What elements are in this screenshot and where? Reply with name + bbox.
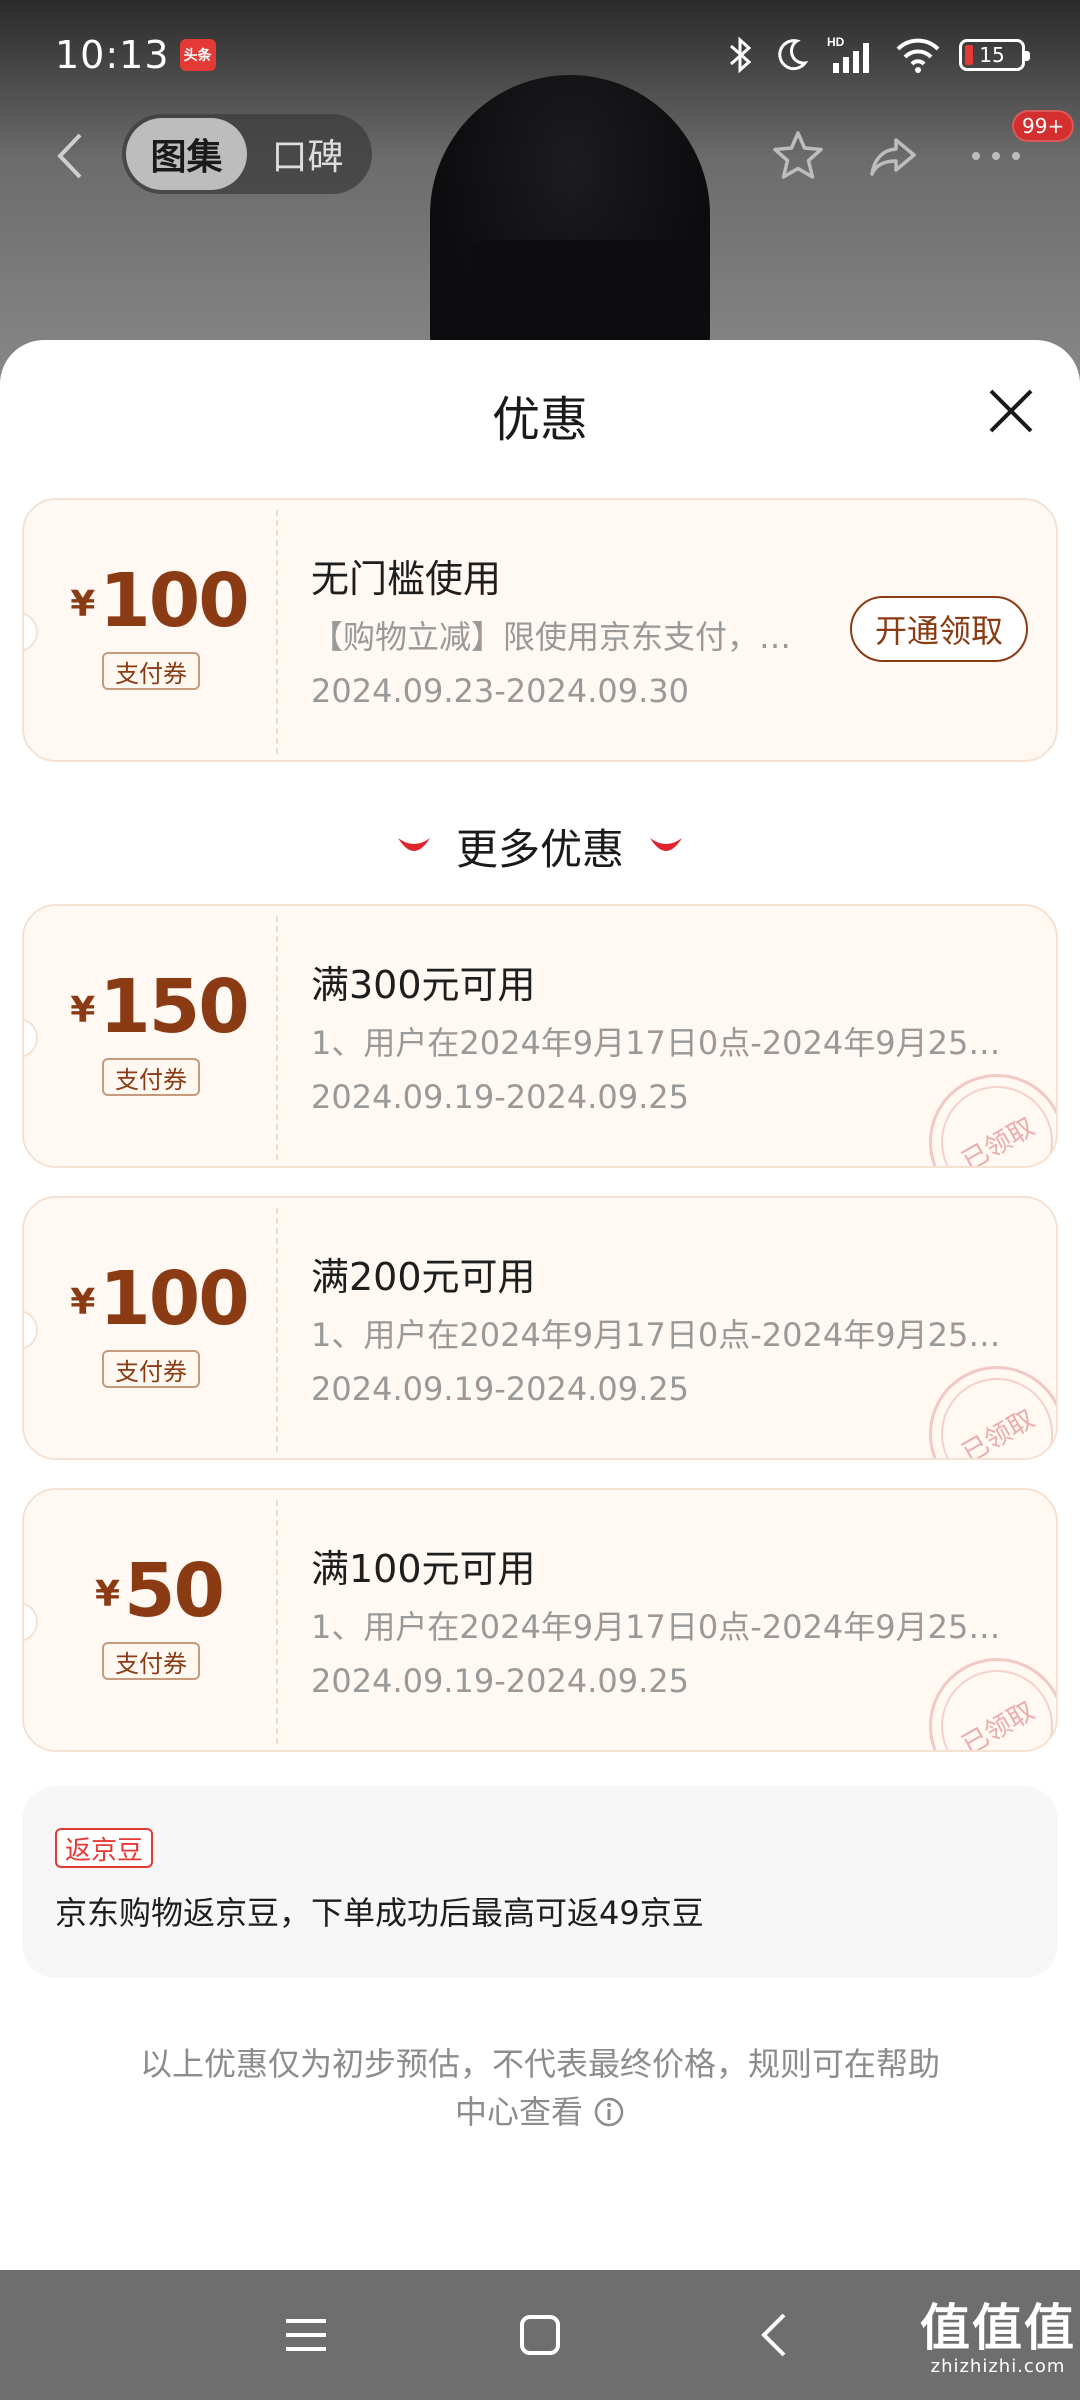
coupon-amount: ¥50 xyxy=(94,1548,225,1634)
status-time: 10:13 xyxy=(55,33,170,77)
view-tab-switch: 图集 口碑 xyxy=(122,114,372,194)
top-nav-bar: 图集 口碑 99+ xyxy=(0,110,1080,200)
tab-reviews[interactable]: 口碑 xyxy=(247,118,368,190)
signal-icon: HD xyxy=(827,35,877,75)
product-jacket-collar xyxy=(470,240,710,340)
status-bar: 10:13 头条 HD 15 xyxy=(0,0,1080,110)
sheet-title: 优惠 xyxy=(491,392,588,448)
message-count-badge: 99+ xyxy=(1012,110,1075,142)
close-icon xyxy=(989,389,1033,433)
disclaimer: 以上优惠仅为初步预估，不代表最终价格，规则可在帮助中心查看 xyxy=(140,2040,940,2136)
claimed-stamp: 已领取 xyxy=(920,1065,1056,1166)
info-icon[interactable] xyxy=(593,2096,625,2128)
coupon-type-tag: 支付券 xyxy=(102,1642,200,1680)
coupon-type-tag: 支付券 xyxy=(102,652,200,690)
coupon-amount: ¥150 xyxy=(70,964,250,1050)
more-discounts-heading: 更多优惠 xyxy=(0,816,1080,877)
back-nav-icon[interactable] xyxy=(742,2303,806,2367)
claimed-stamp: 已领取 xyxy=(920,1649,1056,1750)
battery-level: 15 xyxy=(979,43,1005,67)
coupon-description: 【购物立减】限使用京东支付，订单满足条件可用 xyxy=(311,618,821,656)
coupon-card[interactable]: ¥50 支付券 满100元可用 1、用户在2024年9月17日0点-2024年9… xyxy=(22,1488,1058,1752)
coupon-date-range: 2024.09.19-2024.09.25 xyxy=(311,1662,689,1700)
coupon-description: 1、用户在2024年9月17日0点-2024年9月25日23点59分期间 xyxy=(311,1024,1031,1062)
system-navigation-bar xyxy=(0,2270,1080,2400)
activate-claim-button[interactable]: 开通领取 xyxy=(850,596,1028,662)
coupon-date-range: 2024.09.19-2024.09.25 xyxy=(311,1078,689,1116)
coupon-type-tag: 支付券 xyxy=(102,1058,200,1096)
coupon-description: 1、用户在2024年9月17日0点-2024年9月25日23点59分期间 xyxy=(311,1608,1031,1646)
coupon-title: 满100元可用 xyxy=(311,1547,536,1591)
bean-description: 京东购物返京豆，下单成功后最高可返49京豆 xyxy=(55,1894,704,1932)
coupon-date-range: 2024.09.19-2024.09.25 xyxy=(311,1370,689,1408)
claimed-stamp: 已领取 xyxy=(920,1357,1056,1458)
smile-right-icon xyxy=(650,837,682,851)
coupon-type-tag: 支付券 xyxy=(102,1350,200,1388)
coupon-title: 无门槛使用 xyxy=(311,557,502,601)
back-button[interactable] xyxy=(40,126,100,186)
close-button[interactable] xyxy=(980,380,1042,442)
coupon-amount: ¥100 xyxy=(70,558,250,644)
coupon-card[interactable]: ¥150 支付券 满300元可用 1、用户在2024年9月17日0点-2024年… xyxy=(22,904,1058,1168)
share-icon[interactable] xyxy=(862,124,926,188)
svg-text:HD: HD xyxy=(827,35,845,49)
watermark-logo: 值值值 zhizhizhi.com xyxy=(920,2299,1076,2377)
menu-icon[interactable] xyxy=(274,2303,338,2367)
app-notification-icon: 头条 xyxy=(179,39,216,71)
coupon-title: 满200元可用 xyxy=(311,1255,536,1299)
bluetooth-icon xyxy=(727,36,755,74)
coupon-description: 1、用户在2024年9月17日0点-2024年9月25日23点59分期间 xyxy=(311,1316,1031,1354)
tab-gallery[interactable]: 图集 xyxy=(126,118,247,190)
jd-bean-rebate-box: 返京豆 京东购物返京豆，下单成功后最高可返49京豆 xyxy=(22,1786,1058,1978)
home-icon[interactable] xyxy=(508,2303,572,2367)
status-icons: HD 15 xyxy=(727,35,1030,75)
coupon-date-range: 2024.09.23-2024.09.30 xyxy=(311,672,689,710)
bean-tag: 返京豆 xyxy=(55,1828,154,1868)
coupon-title: 满300元可用 xyxy=(311,963,536,1007)
coupon-card[interactable]: ¥100 支付券 满200元可用 1、用户在2024年9月17日0点-2024年… xyxy=(22,1196,1058,1460)
wifi-icon xyxy=(895,36,941,74)
moon-icon xyxy=(773,37,809,73)
smile-left-icon xyxy=(397,837,430,851)
coupon-amount: ¥100 xyxy=(70,1256,250,1342)
disclaimer-text: 以上优惠仅为初步预估，不代表最终价格，规则可在帮助中心查看 xyxy=(140,2045,941,2131)
favorite-star-icon[interactable] xyxy=(766,124,830,188)
main-coupon-card: ¥100 支付券 无门槛使用 【购物立减】限使用京东支付，订单满足条件可用 20… xyxy=(22,498,1058,762)
discount-sheet: 优惠 ¥100 支付券 无门槛使用 【购物立减】限使用京东支付，订单满足条件可用… xyxy=(0,340,1080,2270)
battery-icon: 15 xyxy=(959,39,1030,71)
